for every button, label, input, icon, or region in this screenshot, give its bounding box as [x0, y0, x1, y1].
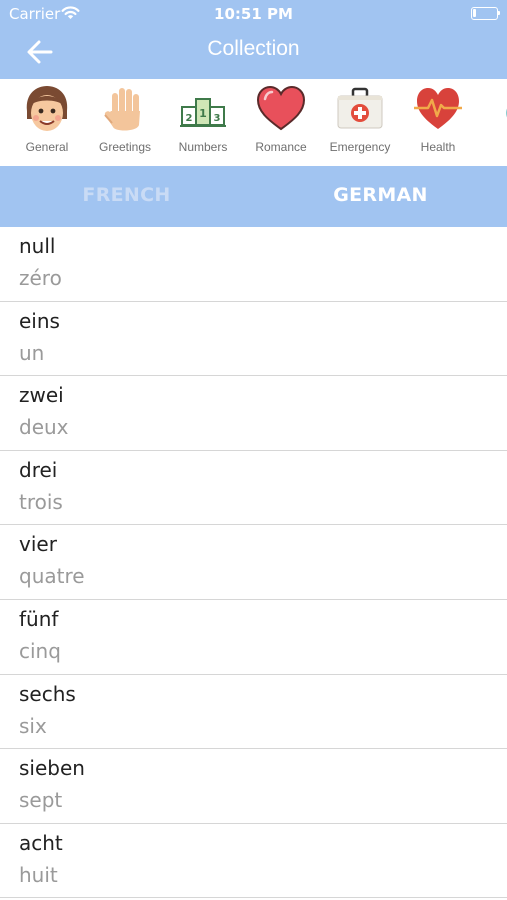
tab-french[interactable]: FRENCH: [0, 166, 253, 227]
german-word: fünf: [19, 606, 59, 631]
german-word: sechs: [19, 681, 76, 706]
waving-hand-icon: [104, 88, 140, 131]
category-greetings[interactable]: Greetings: [85, 79, 165, 166]
category-label: We: [476, 140, 507, 154]
french-translation: quatre: [19, 564, 85, 589]
category-numbers[interactable]: 1 2 3 Numbers: [163, 79, 243, 166]
category-label: General: [25, 140, 69, 154]
french-translation: zéro: [19, 266, 62, 290]
svg-text:3: 3: [214, 113, 221, 124]
svg-text:1: 1: [199, 107, 207, 120]
category-emergency[interactable]: Emergency: [320, 79, 400, 166]
german-word: vier: [19, 532, 57, 557]
list-item[interactable]: eins un: [0, 302, 507, 377]
german-word: drei: [19, 457, 58, 482]
list-item[interactable]: vier quatre: [0, 525, 507, 600]
french-translation: huit: [19, 862, 58, 887]
svg-text:2: 2: [186, 113, 193, 124]
category-health[interactable]: Health: [398, 79, 478, 166]
word-list: null zéro eins un zwei deux drei trois v…: [0, 227, 507, 899]
list-item[interactable]: sieben sept: [0, 749, 507, 824]
tab-german[interactable]: GERMAN: [254, 166, 507, 227]
german-word: eins: [19, 308, 60, 333]
first-aid-kit-icon: [337, 87, 383, 129]
category-strip[interactable]: General Greetings 1 2 3 Numbers Romance …: [0, 79, 507, 166]
category-label: Greetings: [98, 140, 152, 154]
german-word: null: [19, 234, 56, 258]
heart-icon: [257, 85, 305, 131]
face-icon: [26, 86, 68, 131]
category-label: Emergency: [329, 140, 391, 154]
list-item[interactable]: acht huit: [0, 824, 507, 899]
top-bar: Carrier 10:51 PM Collection: [0, 0, 507, 79]
weather-icon: [506, 108, 507, 118]
clock: 10:51 PM: [214, 5, 293, 23]
category-romance[interactable]: Romance: [241, 79, 321, 166]
french-translation: sept: [19, 788, 63, 813]
french-translation: un: [19, 340, 45, 365]
category-label: Health: [420, 140, 456, 154]
language-tabs: FRENCH GERMAN: [0, 166, 507, 227]
german-word: zwei: [19, 383, 64, 408]
list-item[interactable]: drei trois: [0, 451, 507, 526]
status-bar: Carrier 10:51 PM: [0, 0, 507, 28]
category-general[interactable]: General: [7, 79, 87, 166]
list-item[interactable]: zwei deux: [0, 376, 507, 451]
category-we[interactable]: We: [476, 79, 507, 166]
list-item[interactable]: sechs six: [0, 675, 507, 750]
german-word: acht: [19, 830, 63, 855]
battery-icon: [471, 7, 500, 20]
german-word: sieben: [19, 756, 85, 781]
french-translation: cinq: [19, 638, 61, 663]
french-translation: six: [19, 713, 47, 738]
french-translation: trois: [19, 489, 63, 514]
page-title: Collection: [207, 37, 300, 60]
french-translation: deux: [19, 415, 69, 440]
heartbeat-icon: [414, 88, 462, 129]
list-item[interactable]: null zéro: [0, 227, 507, 302]
list-item[interactable]: fünf cinq: [0, 600, 507, 675]
category-label: Romance: [255, 140, 307, 154]
category-label: Numbers: [178, 140, 228, 154]
podium-icon: 1 2 3: [180, 98, 226, 127]
